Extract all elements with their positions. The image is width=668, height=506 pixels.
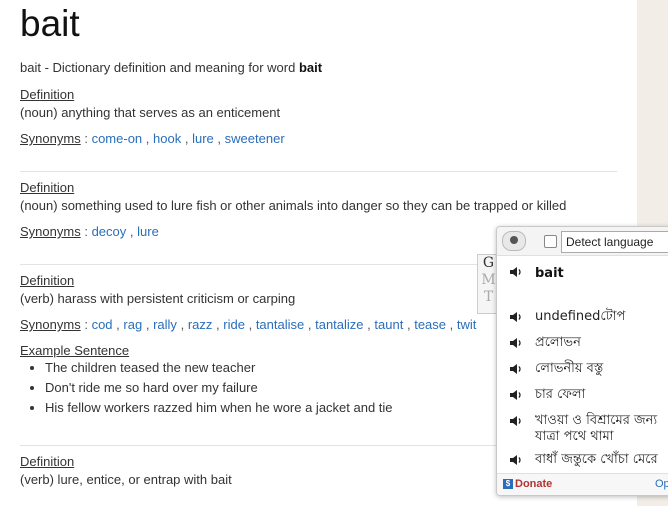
eye-icon[interactable] (502, 231, 526, 251)
synonym-link[interactable]: rally (153, 317, 177, 332)
popup-toolbar: Detect language (497, 227, 668, 256)
translation-item: undefinedটোপ (535, 309, 626, 324)
options-link[interactable]: Op (655, 478, 668, 490)
colon: : (84, 224, 88, 239)
synonym-link[interactable]: razz (188, 317, 213, 332)
synonym-link[interactable]: cod (92, 317, 113, 332)
definition-entry-1: Definition (noun) anything that serves a… (20, 87, 620, 146)
synonym-link[interactable]: come-on (92, 131, 143, 146)
speaker-icon[interactable] (509, 266, 523, 278)
popup-footer: $Donate Op (497, 473, 668, 495)
synonyms-label: Synonyms (20, 131, 81, 146)
definition-label: Definition (20, 180, 75, 195)
colon: : (84, 131, 88, 146)
translation-item: চার ফেলা (535, 387, 586, 402)
intro-word: bait (298, 60, 323, 75)
definition-label: Definition (20, 454, 75, 469)
divider (20, 171, 617, 172)
definition-label: Definition (20, 87, 75, 102)
definition-text: (noun) anything that serves as an entice… (20, 105, 281, 120)
donate-link[interactable]: $ Donate (503, 478, 552, 490)
synonym-link[interactable]: twit (457, 317, 477, 332)
synonym-link[interactable]: lure (192, 131, 214, 146)
synonyms-label: Synonyms (20, 317, 81, 332)
synonym-link[interactable]: hook (153, 131, 181, 146)
speaker-icon[interactable] (509, 363, 523, 375)
colon: : (84, 317, 88, 332)
source-word: bait (535, 266, 564, 281)
translation-popup: Detect language bait undefinedটোপ প্রলোভ… (496, 226, 668, 496)
translation-item: খাওয়া ও বিশ্রামের জন্য যাত্রা পথে থামা (535, 413, 658, 444)
speaker-icon[interactable] (509, 311, 523, 323)
example-sentence-label: Example Sentence (20, 343, 130, 358)
intro-line: bait - Dictionary definition and meaning… (20, 60, 322, 75)
speaker-icon[interactable] (509, 415, 523, 427)
intro-text: bait - Dictionary definition and meaning… (20, 60, 299, 75)
definition-label: Definition (20, 273, 75, 288)
synonym-link[interactable]: ride (223, 317, 245, 332)
synonym-link[interactable]: tantalise (256, 317, 304, 332)
donate-label: Donate (515, 478, 553, 490)
synonym-link[interactable]: rag (123, 317, 142, 332)
translation-item: বাধাঁ জন্তুকে খোঁচা মেরে (535, 452, 658, 467)
translation-item: প্রলোভন (535, 335, 581, 350)
definition-text: (noun) something used to lure fish or ot… (20, 198, 567, 213)
detect-language-checkbox[interactable] (544, 235, 557, 248)
synonyms-row: Synonyms : come-on , hook , lure , sweet… (20, 131, 285, 146)
speaker-icon[interactable] (509, 389, 523, 401)
synonym-link[interactable]: taunt (374, 317, 403, 332)
donate-icon: $ (503, 479, 513, 490)
synonym-link[interactable]: lure (137, 224, 159, 239)
synonym-link[interactable]: tantalize (315, 317, 363, 332)
language-select[interactable]: Detect language (561, 231, 668, 253)
synonym-link[interactable]: tease (414, 317, 446, 332)
translation-item: লোভনীয় বস্তু (535, 361, 604, 376)
speaker-icon[interactable] (509, 454, 523, 466)
word-title: bait (20, 3, 80, 44)
synonym-link[interactable]: sweetener (225, 131, 285, 146)
synonyms-label: Synonyms (20, 224, 81, 239)
speaker-icon[interactable] (509, 337, 523, 349)
synonym-link[interactable]: decoy (92, 224, 127, 239)
